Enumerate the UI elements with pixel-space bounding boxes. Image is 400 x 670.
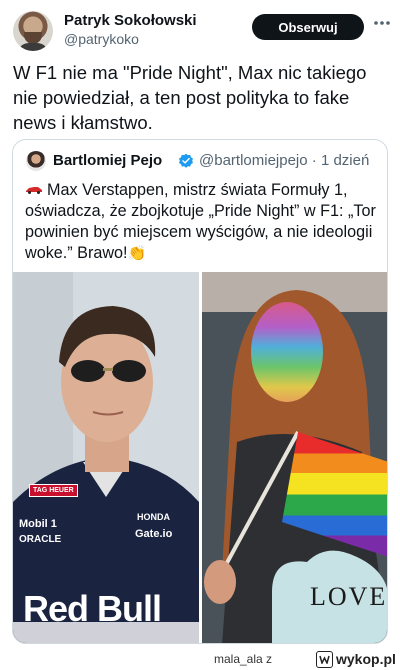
race-car-icon — [26, 187, 42, 194]
quoted-tweet[interactable]: Bartlomiej Pejo @bartlomiejpejo · 1 dzie… — [12, 139, 388, 644]
verified-badge-icon — [179, 153, 193, 168]
wykop-logo-icon — [316, 650, 333, 668]
quoted-media[interactable]: TAG HEUER Mobil 1 ORACLE HONDA Gate.io R… — [13, 272, 388, 643]
author-name[interactable]: Patryk Sokołowski — [64, 12, 197, 29]
quoted-author-name[interactable]: Bartlomiej Pejo — [53, 152, 162, 169]
author-handle[interactable]: @patrykoko — [64, 31, 139, 47]
tweet-header: Patryk Sokołowski @patrykoko Obserwuj — [0, 0, 400, 60]
clapping-hands-icon: 👏 — [127, 245, 147, 262]
sponsor-logo-honda: HONDA — [137, 512, 170, 522]
tweet-text: W F1 nie ma "Pride Night", Max nic takie… — [13, 62, 367, 133]
watermark: mala_ala z wykop.pl — [0, 648, 400, 670]
sponsor-logo-oracle: ORACLE — [19, 534, 62, 545]
watermark-user: mala_ala z — [214, 652, 273, 666]
sponsor-logo-mobil: Mobil 1 — [19, 518, 57, 530]
love-sign-text: LOVE — [310, 582, 388, 611]
rally-photo[interactable]: LOVE — [202, 272, 388, 643]
follow-button[interactable]: Obserwuj — [252, 14, 364, 40]
sponsor-logo-tagheuer: TAG HEUER — [29, 484, 78, 497]
sponsor-logo-gateio: Gate.io — [135, 528, 173, 540]
quoted-text: Max Verstappen, mistrz świata Formuły 1,… — [25, 181, 376, 262]
driver-photo[interactable]: TAG HEUER Mobil 1 ORACLE HONDA Gate.io R… — [13, 272, 199, 643]
wykop-logo: wykop.pl — [316, 650, 396, 668]
quoted-author-avatar[interactable] — [26, 151, 46, 171]
sponsor-logo-redbull: Red Bull — [23, 588, 162, 629]
wykop-logo-text: wykop.pl — [336, 651, 396, 667]
more-options-icon[interactable] — [372, 13, 392, 33]
author-avatar[interactable] — [13, 11, 53, 51]
quoted-text-block: Max Verstappen, mistrz świata Formuły 1,… — [25, 180, 377, 264]
quoted-handle-date: @bartlomiejpejo · 1 dzień — [199, 152, 370, 169]
